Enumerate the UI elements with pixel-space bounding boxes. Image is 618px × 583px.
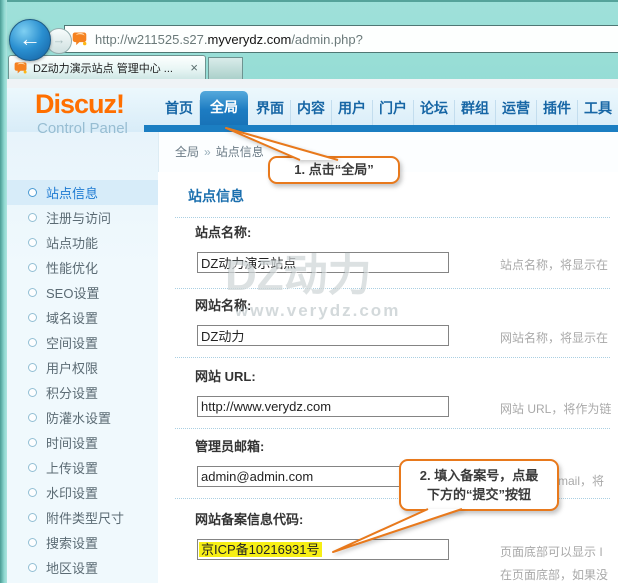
- field-row-website-name: 网站名称: 网站名称，将显示在: [158, 295, 618, 365]
- nav-item-groups[interactable]: 群组: [455, 100, 496, 125]
- discuz-favicon-icon: [72, 31, 88, 47]
- nav-item-interface[interactable]: 界面: [250, 100, 291, 125]
- sidebar-item-credits[interactable]: 积分设置: [7, 380, 158, 405]
- field-row-icp-code: 网站备案信息代码: 京ICP备10216931号 页面底部可以显示 I 在页面底…: [158, 509, 618, 579]
- nav-item-tools[interactable]: 工具: [578, 100, 618, 125]
- sidebar-item-time[interactable]: 时间设置: [7, 430, 158, 455]
- breadcrumb-section[interactable]: 全局: [175, 145, 199, 159]
- bullet-icon: [28, 513, 37, 522]
- window-top-edge: [0, 0, 618, 2]
- icp-code-help-line1: 页面底部可以显示 I: [500, 543, 603, 560]
- tab-title: DZ动力演示站点 管理中心 ...: [33, 60, 188, 76]
- nav-item-home[interactable]: 首页: [159, 100, 200, 125]
- tab-close-icon[interactable]: ×: [188, 60, 200, 75]
- bullet-icon: [28, 338, 37, 347]
- bullet-icon: [28, 238, 37, 247]
- site-name-help: 站点名称，将显示在: [500, 256, 608, 273]
- back-arrow-icon: ←: [19, 26, 41, 51]
- breadcrumb: 全局 » 站点信息: [175, 143, 264, 160]
- bullet-icon: [28, 263, 37, 272]
- callout-step2: 2. 填入备案号，点最 下方的“提交”按钮: [399, 459, 559, 511]
- url-text: http://w211525.s27.myverydz.com/admin.ph…: [95, 32, 363, 47]
- callout-step2-line1: 2. 填入备案号，点最: [401, 466, 557, 485]
- sidebar-item-seo[interactable]: SEO设置: [7, 280, 158, 305]
- bullet-icon: [28, 438, 37, 447]
- discuz-favicon-icon: [14, 61, 28, 75]
- sidebar-item-upload[interactable]: 上传设置: [7, 455, 158, 480]
- bullet-icon: [28, 388, 37, 397]
- sidebar-item-flood-control[interactable]: 防灌水设置: [7, 405, 158, 430]
- site-url-help: 网站 URL，将作为链: [500, 400, 611, 417]
- sidebar-item-user-permissions[interactable]: 用户权限: [7, 355, 158, 380]
- breadcrumb-page: 站点信息: [216, 145, 264, 159]
- nav-item-plugins[interactable]: 插件: [537, 100, 578, 125]
- callout-step2-line2: 下方的“提交”按钮: [401, 485, 557, 504]
- icp-code-input[interactable]: 京ICP备10216931号: [197, 539, 449, 560]
- page-title: 站点信息: [188, 186, 244, 206]
- icp-code-help-line2: 在页面底部，如果没: [500, 566, 608, 583]
- bullet-icon: [28, 363, 37, 372]
- website-name-input[interactable]: [197, 325, 449, 346]
- admin-email-label: 管理员邮箱:: [195, 436, 264, 455]
- field-row-site-url: 网站 URL: 网站 URL，将作为链: [158, 366, 618, 436]
- bullet-icon: [28, 488, 37, 497]
- sidebar-item-performance[interactable]: 性能优化: [7, 255, 158, 280]
- nav-item-users[interactable]: 用户: [332, 100, 373, 125]
- sidebar: 站点信息 注册与访问 站点功能 性能优化 SEO设置 域名设置 空间设置 用户权…: [7, 132, 159, 583]
- dotted-separator: [175, 217, 610, 218]
- sidebar-item-watermark[interactable]: 水印设置: [7, 480, 158, 505]
- site-url-input[interactable]: [197, 396, 449, 417]
- browser-window: ← → http://w211525.s27.myverydz.com/admi…: [0, 0, 618, 583]
- bullet-icon: [28, 288, 37, 297]
- admin-nav: 首页 全局 界面 内容 用户 门户 论坛 群组 运营 插件 工具 云: [159, 88, 618, 125]
- window-left-border: [0, 0, 7, 583]
- logo-title: Discuz!: [35, 90, 128, 118]
- sidebar-item-region[interactable]: 地区设置: [7, 555, 158, 580]
- bullet-icon: [28, 313, 37, 322]
- bullet-icon: [28, 463, 37, 472]
- site-name-label: 站点名称:: [195, 222, 251, 241]
- new-tab-button[interactable]: [208, 57, 243, 80]
- bullet-icon: [28, 188, 37, 197]
- logo-subtitle: Control Panel: [37, 121, 128, 137]
- forward-arrow-icon: →: [53, 32, 66, 47]
- bullet-icon: [28, 538, 37, 547]
- bullet-icon: [28, 213, 37, 222]
- icp-code-label: 网站备案信息代码:: [195, 509, 303, 528]
- admin-page: Discuz! Control Panel 首页 全局 界面 内容 用户 门户 …: [7, 79, 618, 583]
- website-name-help: 网站名称，将显示在: [500, 329, 608, 346]
- sidebar-item-search[interactable]: 搜索设置: [7, 530, 158, 555]
- sidebar-item-domain[interactable]: 域名设置: [7, 305, 158, 330]
- nav-item-operations[interactable]: 运营: [496, 100, 537, 125]
- callout-step1-text: 1. 点击“全局”: [294, 162, 373, 177]
- bullet-icon: [28, 563, 37, 572]
- bullet-icon: [28, 413, 37, 422]
- nav-item-forum[interactable]: 论坛: [414, 100, 455, 125]
- main-content: 站点信息 站点名称: 站点名称，将显示在 网站名称: 网站名称，将显示在 网站 …: [158, 172, 618, 583]
- page-top-strip: [7, 79, 618, 88]
- site-name-input[interactable]: [197, 252, 449, 273]
- site-url-label: 网站 URL:: [195, 366, 256, 385]
- breadcrumb-separator: »: [204, 145, 211, 159]
- sidebar-item-attachment-types[interactable]: 附件类型尺寸: [7, 505, 158, 530]
- callout-step1: 1. 点击“全局”: [268, 156, 400, 184]
- nav-item-content[interactable]: 内容: [291, 100, 332, 125]
- sidebar-item-register-access[interactable]: 注册与访问: [7, 205, 158, 230]
- sidebar-item-space[interactable]: 空间设置: [7, 330, 158, 355]
- nav-underline-bar: [144, 125, 618, 132]
- back-button[interactable]: ←: [9, 19, 51, 61]
- highlighted-value: 京ICP备10216931号: [199, 542, 322, 557]
- sidebar-item-site-functions[interactable]: 站点功能: [7, 230, 158, 255]
- field-row-site-name: 站点名称: 站点名称，将显示在: [158, 222, 618, 292]
- sidebar-item-site-info[interactable]: 站点信息: [7, 180, 158, 205]
- website-name-label: 网站名称:: [195, 295, 251, 314]
- nav-item-global[interactable]: 全局: [200, 91, 248, 125]
- address-bar[interactable]: http://w211525.s27.myverydz.com/admin.ph…: [64, 25, 618, 53]
- nav-item-portal[interactable]: 门户: [373, 100, 414, 125]
- discuz-logo: Discuz! Control Panel: [35, 90, 128, 137]
